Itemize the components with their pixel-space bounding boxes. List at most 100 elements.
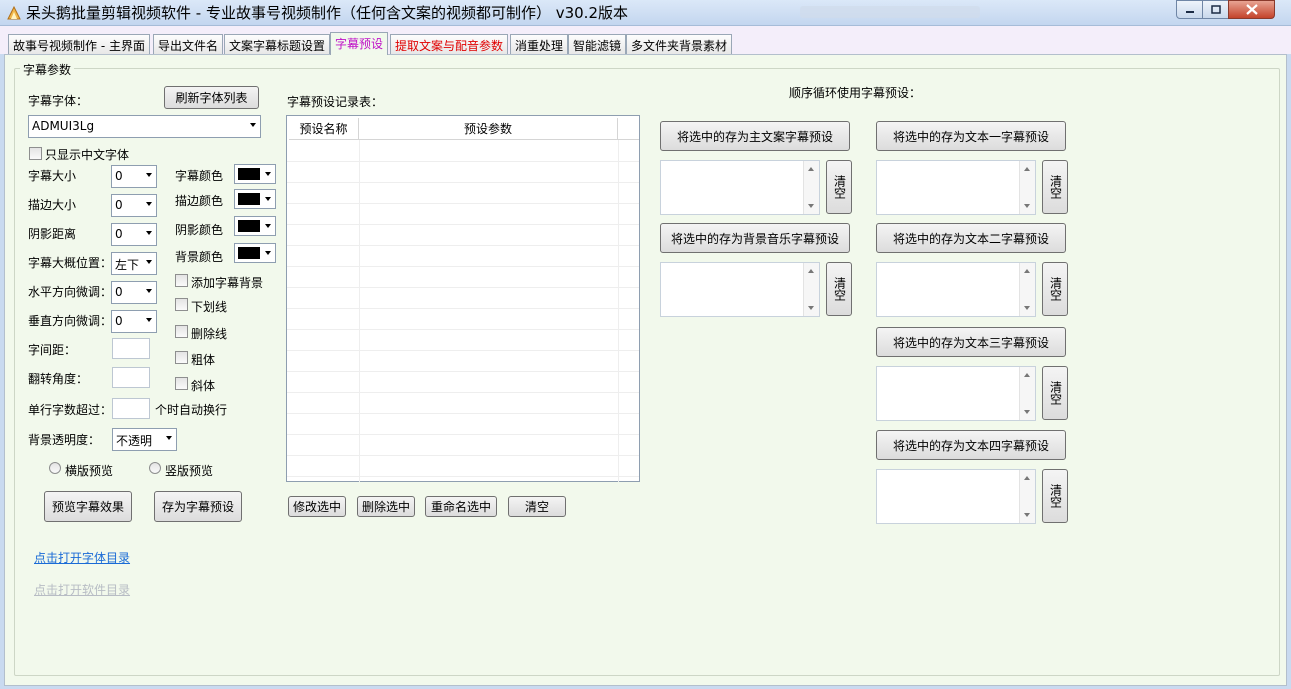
scroll-up-icon[interactable] xyxy=(1024,476,1030,480)
rotation-input[interactable] xyxy=(112,367,150,388)
underline-label: 下划线 xyxy=(191,300,228,314)
stroke-color-picker[interactable] xyxy=(234,189,276,209)
column-header-params[interactable]: 预设参数 xyxy=(359,118,618,140)
delete-selected-button[interactable]: 删除选中 xyxy=(357,496,415,517)
scroll-up-icon[interactable] xyxy=(1024,167,1030,171)
chevron-down-icon xyxy=(146,202,152,206)
shadow-distance-select[interactable]: 0 xyxy=(111,223,157,246)
clear-text4-preset-button[interactable]: 清空 xyxy=(1042,469,1068,523)
only-chinese-checkbox[interactable] xyxy=(29,147,42,160)
text1-preset-memo[interactable] xyxy=(876,160,1036,215)
tab-multi-folder-bg[interactable]: 多文件夹背景素材 xyxy=(626,34,733,54)
strikeout-checkbox[interactable] xyxy=(175,325,188,338)
landscape-preview-label: 横版预览 xyxy=(65,464,114,478)
tab-smart-filter[interactable]: 智能滤镜 xyxy=(568,34,627,54)
h-adjust-value: 0 xyxy=(115,285,123,299)
font-select[interactable]: ADMUI3Lg xyxy=(28,115,261,138)
clear-text1-preset-button[interactable]: 清空 xyxy=(1042,160,1068,214)
char-spacing-input[interactable] xyxy=(112,338,150,359)
bgm-preset-memo[interactable] xyxy=(660,262,820,317)
minimize-icon xyxy=(1185,10,1194,13)
h-adjust-select[interactable]: 0 xyxy=(111,281,157,304)
save-text4-preset-button[interactable]: 将选中的存为文本四字幕预设 xyxy=(876,430,1066,460)
bg-color-label: 背景颜色 xyxy=(175,250,224,264)
refresh-fonts-button[interactable]: 刷新字体列表 xyxy=(164,86,259,109)
text3-preset-memo[interactable] xyxy=(876,366,1036,421)
bg-color-picker[interactable] xyxy=(234,243,276,263)
clear-text3-preset-button[interactable]: 清空 xyxy=(1042,366,1068,420)
scroll-up-icon[interactable] xyxy=(808,269,814,273)
row-divider xyxy=(287,203,639,204)
tab-export-filename[interactable]: 导出文件名 xyxy=(153,34,224,54)
scroll-down-icon[interactable] xyxy=(1024,410,1030,414)
open-font-dir-link[interactable]: 点击打开字体目录 xyxy=(34,549,130,566)
wrap-count-input[interactable] xyxy=(112,398,150,419)
bold-checkbox[interactable] xyxy=(175,351,188,364)
scroll-down-icon[interactable] xyxy=(808,204,814,208)
scroll-down-icon[interactable] xyxy=(1024,513,1030,517)
clear-table-button[interactable]: 清空 xyxy=(508,496,566,517)
modify-selected-button[interactable]: 修改选中 xyxy=(288,496,346,517)
tab-subtitle-presets[interactable]: 字幕预设 xyxy=(330,32,389,55)
preview-subtitle-button[interactable]: 预览字幕效果 xyxy=(44,491,132,522)
column-divider xyxy=(359,140,360,482)
scroll-up-icon[interactable] xyxy=(1024,269,1030,273)
clear-text2-preset-button[interactable]: 清空 xyxy=(1042,262,1068,316)
save-bgm-preset-button[interactable]: 将选中的存为背景音乐字幕预设 xyxy=(660,223,850,253)
row-divider xyxy=(287,329,639,330)
minimize-button[interactable] xyxy=(1176,0,1203,19)
tab-extract-text-voice[interactable]: 提取文案与配音参数 xyxy=(390,34,509,54)
stroke-size-label: 描边大小 xyxy=(28,198,77,212)
save-text2-preset-button[interactable]: 将选中的存为文本二字幕预设 xyxy=(876,223,1066,253)
scroll-down-icon[interactable] xyxy=(1024,204,1030,208)
row-divider xyxy=(287,434,639,435)
scroll-down-icon[interactable] xyxy=(808,306,814,310)
clear-bgm-preset-button[interactable]: 清空 xyxy=(826,262,852,316)
text2-preset-memo[interactable] xyxy=(876,262,1036,317)
maximize-button[interactable] xyxy=(1202,0,1229,19)
column-header-name[interactable]: 预设名称 xyxy=(289,118,359,140)
v-adjust-select[interactable]: 0 xyxy=(111,310,157,333)
chevron-down-icon xyxy=(146,231,152,235)
wrap-prefix-label: 单行字数超过： xyxy=(28,403,113,417)
font-color-picker[interactable] xyxy=(234,164,276,184)
tab-main[interactable]: 故事号视频制作 - 主界面 xyxy=(8,34,150,54)
column-header-filler xyxy=(618,118,639,140)
font-size-select[interactable]: 0 xyxy=(111,165,157,188)
row-divider xyxy=(287,392,639,393)
save-text1-preset-button[interactable]: 将选中的存为文本一字幕预设 xyxy=(876,121,1066,151)
add-bg-checkbox[interactable] xyxy=(175,274,188,287)
char-spacing-label: 字间距： xyxy=(28,343,77,357)
preset-table[interactable]: 预设名称 预设参数 xyxy=(286,115,640,482)
tab-subtitle-title-settings[interactable]: 文案字幕标题设置 xyxy=(224,34,331,54)
underline-checkbox[interactable] xyxy=(175,298,188,311)
position-select[interactable]: 左下 xyxy=(111,252,157,275)
maximize-icon xyxy=(1210,5,1221,14)
scroll-down-icon[interactable] xyxy=(1024,306,1030,310)
text4-preset-memo[interactable] xyxy=(876,469,1036,524)
bg-opacity-select[interactable]: 不透明 xyxy=(112,428,177,451)
stroke-size-select[interactable]: 0 xyxy=(111,194,157,217)
save-main-preset-button[interactable]: 将选中的存为主文案字幕预设 xyxy=(660,121,850,151)
chevron-down-icon xyxy=(265,172,271,176)
landscape-preview-radio[interactable] xyxy=(49,462,61,474)
save-text3-preset-button[interactable]: 将选中的存为文本三字幕预设 xyxy=(876,327,1066,357)
scroll-up-icon[interactable] xyxy=(808,167,814,171)
italic-checkbox[interactable] xyxy=(175,377,188,390)
chevron-down-icon xyxy=(265,251,271,255)
clear-main-preset-button[interactable]: 清空 xyxy=(826,160,852,214)
chevron-down-icon xyxy=(146,318,152,322)
font-label: 字幕字体： xyxy=(28,94,89,108)
tab-dedup[interactable]: 消重处理 xyxy=(510,34,569,54)
clear-label: 清空 xyxy=(832,175,847,199)
shadow-color-picker[interactable] xyxy=(234,216,276,236)
close-button[interactable] xyxy=(1228,0,1275,19)
open-app-dir-link[interactable]: 点击打开软件目录 xyxy=(34,581,130,598)
portrait-preview-radio[interactable] xyxy=(149,462,161,474)
main-preset-memo[interactable] xyxy=(660,160,820,215)
rename-selected-button[interactable]: 重命名选中 xyxy=(425,496,497,517)
wrap-suffix-label: 个时自动换行 xyxy=(155,403,228,417)
scroll-up-icon[interactable] xyxy=(1024,373,1030,377)
row-divider xyxy=(287,182,639,183)
save-subtitle-preset-button[interactable]: 存为字幕预设 xyxy=(154,491,242,522)
